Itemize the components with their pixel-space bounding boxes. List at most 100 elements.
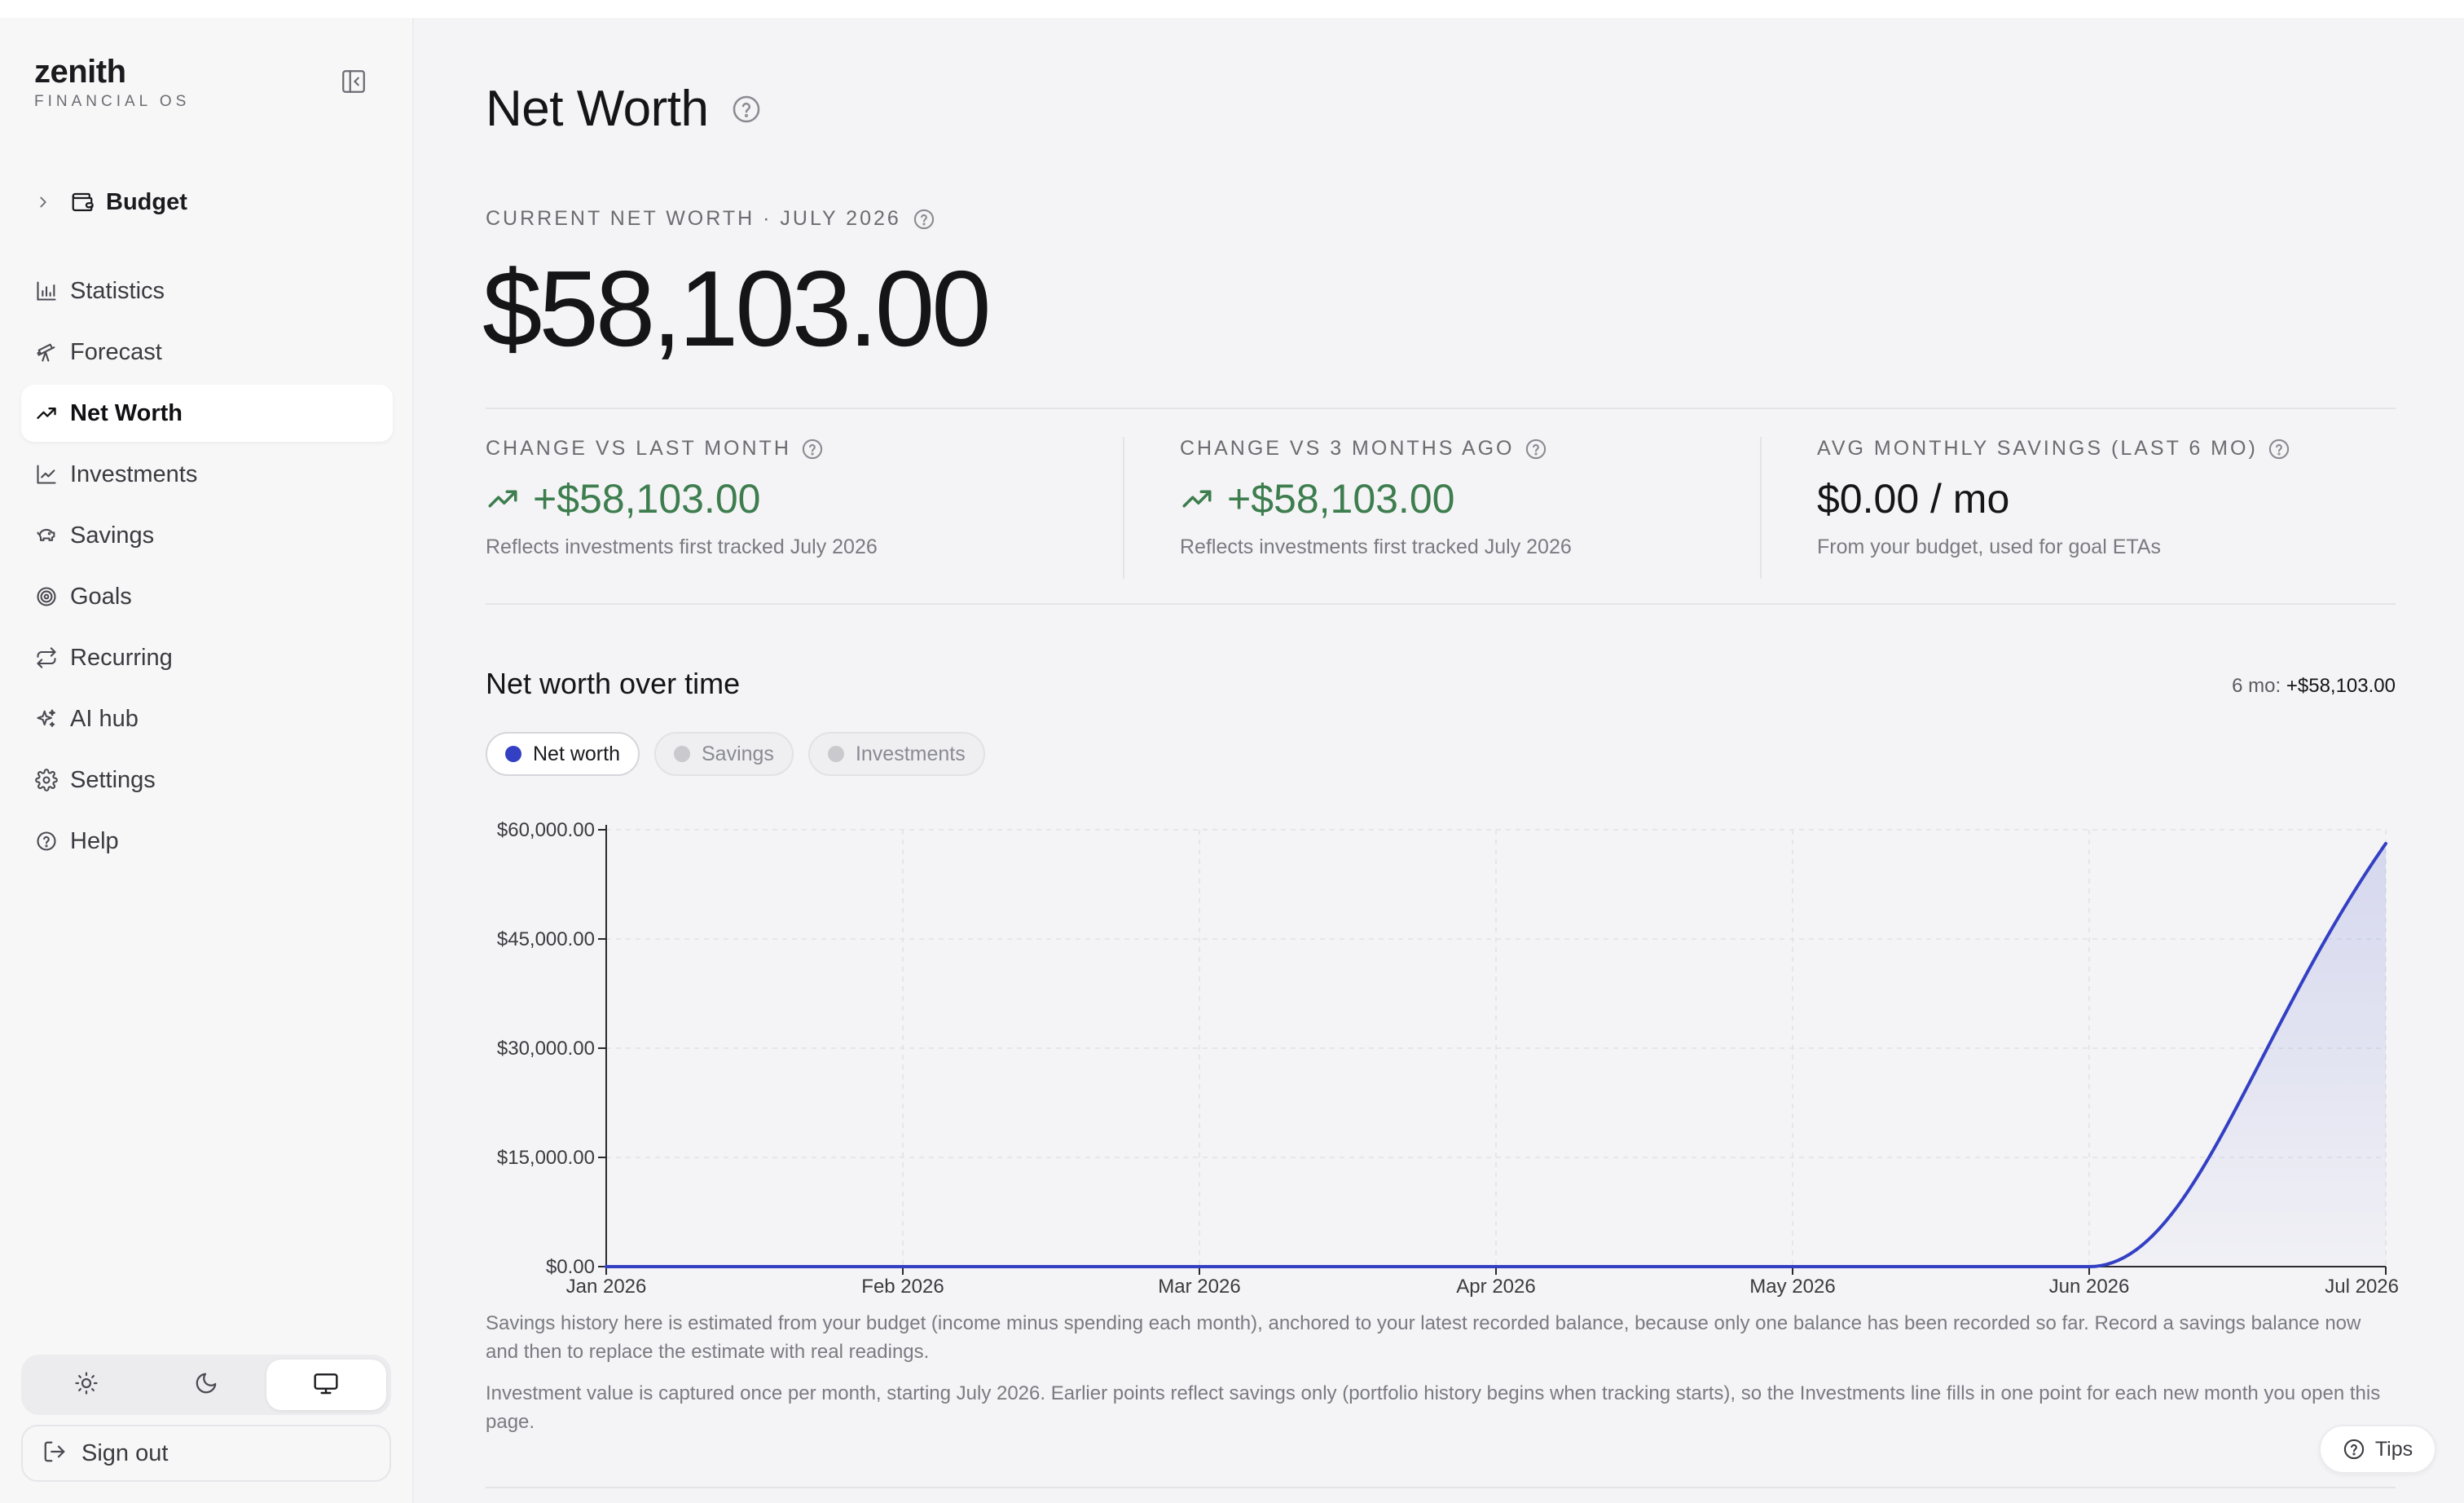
y-tick-label: $45,000.00 bbox=[497, 928, 595, 950]
theme-dark-button[interactable] bbox=[146, 1360, 266, 1410]
sidebar-collapse-icon bbox=[340, 68, 367, 99]
sidebar-item-label: Savings bbox=[70, 522, 155, 549]
chart-delta-label: 6 mo: bbox=[2232, 675, 2281, 697]
chevron-right-icon bbox=[34, 193, 57, 211]
stat-label: AVG MONTHLY SAVINGS (LAST 6 MO) bbox=[1817, 437, 2258, 460]
trending-up-icon bbox=[1180, 482, 1214, 516]
stat-note: From your budget, used for goal ETAs bbox=[1817, 536, 2161, 558]
current-net-worth-label-text: CURRENT NET WORTH · JULY 2026 bbox=[486, 207, 901, 230]
sidebar-item-label: Statistics bbox=[70, 277, 165, 304]
bar-chart-icon bbox=[34, 279, 59, 303]
stat-avg-monthly-savings: AVG MONTHLY SAVINGS (LAST 6 MO) $0.00 / … bbox=[1762, 437, 2381, 579]
y-tick-label: $30,000.00 bbox=[497, 1038, 595, 1060]
telescope-icon bbox=[34, 340, 59, 364]
y-tick-label: $0.00 bbox=[546, 1256, 595, 1278]
repeat-icon bbox=[34, 646, 59, 670]
net-worth-chart: $0.00 $15,000.00 $30,000.00 $45,000.00 $60,0… bbox=[477, 797, 2400, 1302]
help-circle-icon[interactable] bbox=[913, 208, 935, 231]
stat-value: $0.00 / mo bbox=[1817, 476, 2010, 522]
sidebar-item-label: Goals bbox=[70, 583, 132, 610]
collapse-sidebar-button[interactable] bbox=[337, 67, 370, 99]
trending-up-icon bbox=[486, 482, 520, 516]
divider bbox=[486, 603, 2396, 605]
sidebar-nav: Statistics Forecast Net Worth Investment… bbox=[21, 262, 393, 874]
stat-note: Reflects investments first tracked July … bbox=[486, 536, 878, 558]
theme-light-button[interactable] bbox=[26, 1360, 146, 1410]
sidebar-item-goals[interactable]: Goals bbox=[21, 568, 393, 625]
series-toggle-savings[interactable]: Savings bbox=[653, 732, 794, 776]
sidebar-item-ai-hub[interactable]: AI hub bbox=[21, 690, 393, 747]
sidebar-item-label: Recurring bbox=[70, 644, 173, 671]
series-toggle-investments[interactable]: Investments bbox=[807, 732, 985, 776]
chart-header: Net worth over time 6 mo: +$58,103.00 bbox=[486, 667, 2396, 707]
sign-out-button[interactable]: Sign out bbox=[21, 1425, 391, 1482]
theme-system-button[interactable] bbox=[266, 1360, 386, 1410]
sidebar-item-recurring[interactable]: Recurring bbox=[21, 629, 393, 686]
savings-footnote: Savings history here is estimated from y… bbox=[486, 1312, 2361, 1363]
chart-title: Net worth over time bbox=[486, 667, 741, 700]
page-title: Net Worth bbox=[486, 81, 709, 137]
help-circle-icon[interactable] bbox=[1525, 438, 1547, 461]
series-dot bbox=[827, 746, 844, 762]
monitor-icon bbox=[313, 1370, 339, 1400]
stat-note: Reflects investments first tracked July … bbox=[1180, 536, 1572, 558]
help-circle-icon[interactable] bbox=[801, 438, 824, 461]
investments-footnote: Investment value is captured once per mo… bbox=[486, 1382, 2381, 1433]
x-tick-label: Mar 2026 bbox=[1158, 1276, 1240, 1298]
help-circle-icon[interactable] bbox=[2268, 438, 2290, 461]
series-toggle-label: Savings bbox=[701, 742, 774, 765]
stat-value: +$58,103.00 bbox=[533, 476, 761, 522]
sidebar-item-net-worth[interactable]: Net Worth bbox=[21, 385, 393, 442]
brand: zenith FINANCIAL OS bbox=[34, 52, 190, 111]
sidebar: zenith FINANCIAL OS Budget Statistics Fo… bbox=[0, 18, 414, 1503]
sidebar-item-forecast[interactable]: Forecast bbox=[21, 324, 393, 381]
trending-up-icon bbox=[34, 401, 59, 425]
x-tick-label: Jun 2026 bbox=[2049, 1276, 2130, 1298]
line-chart-icon bbox=[34, 462, 59, 487]
sparkles-icon bbox=[34, 707, 59, 731]
stat-label: CHANGE VS 3 MONTHS AGO bbox=[1180, 437, 1515, 460]
tips-label: Tips bbox=[2374, 1437, 2413, 1461]
tips-button[interactable]: Tips bbox=[2319, 1425, 2436, 1474]
wallet-icon bbox=[70, 190, 95, 214]
stats-row: CHANGE VS LAST MONTH +$58,103.00 Reflect… bbox=[486, 437, 2396, 600]
divider bbox=[486, 408, 2396, 409]
log-out-icon bbox=[42, 1439, 67, 1468]
piggy-bank-icon bbox=[34, 523, 59, 548]
sidebar-item-savings[interactable]: Savings bbox=[21, 507, 393, 564]
sun-icon bbox=[74, 1371, 99, 1399]
sidebar-item-settings[interactable]: Settings bbox=[21, 752, 393, 809]
help-circle-icon[interactable] bbox=[731, 94, 762, 125]
y-tick-label: $60,000.00 bbox=[497, 819, 595, 841]
theme-switcher bbox=[21, 1355, 391, 1415]
stat-change-3-months: CHANGE VS 3 MONTHS AGO +$58,103.00 Refle… bbox=[1124, 437, 1760, 579]
sign-out-label: Sign out bbox=[81, 1439, 169, 1466]
y-tick-label: $15,000.00 bbox=[497, 1147, 595, 1169]
sidebar-item-label: Help bbox=[70, 827, 119, 854]
series-toggle-net-worth[interactable]: Net worth bbox=[486, 732, 640, 776]
series-dot bbox=[673, 746, 690, 762]
sidebar-item-label: Investments bbox=[70, 461, 198, 487]
sidebar-item-budget[interactable]: Budget bbox=[34, 178, 376, 227]
window-top-strip bbox=[0, 0, 2464, 18]
series-toggle-label: Net worth bbox=[533, 742, 620, 765]
sidebar-item-label: Net Worth bbox=[70, 399, 183, 426]
sidebar-item-investments[interactable]: Investments bbox=[21, 446, 393, 503]
chart-delta-value: +$58,103.00 bbox=[2286, 675, 2396, 697]
series-toggle-group: Net worth Savings Investments bbox=[486, 732, 1000, 776]
net-worth-chart-svg: $0.00 $15,000.00 $30,000.00 $45,000.00 $60,0… bbox=[497, 819, 2399, 1298]
sidebar-item-label: AI hub bbox=[70, 705, 139, 732]
help-circle-icon bbox=[34, 829, 59, 853]
sidebar-item-statistics[interactable]: Statistics bbox=[21, 262, 393, 320]
stat-value: +$58,103.00 bbox=[1227, 476, 1455, 522]
current-net-worth-label: CURRENT NET WORTH · JULY 2026 bbox=[486, 207, 935, 231]
app-subtitle: FINANCIAL OS bbox=[34, 93, 191, 110]
series-dot bbox=[505, 746, 521, 762]
target-icon bbox=[34, 584, 59, 609]
chart-delta: 6 mo: +$58,103.00 bbox=[2232, 675, 2396, 698]
sidebar-item-help[interactable]: Help bbox=[21, 813, 393, 870]
x-tick-label: May 2026 bbox=[1749, 1276, 1835, 1298]
divider bbox=[486, 1487, 2396, 1488]
series-toggle-label: Investments bbox=[855, 742, 966, 765]
moon-icon bbox=[194, 1371, 218, 1399]
